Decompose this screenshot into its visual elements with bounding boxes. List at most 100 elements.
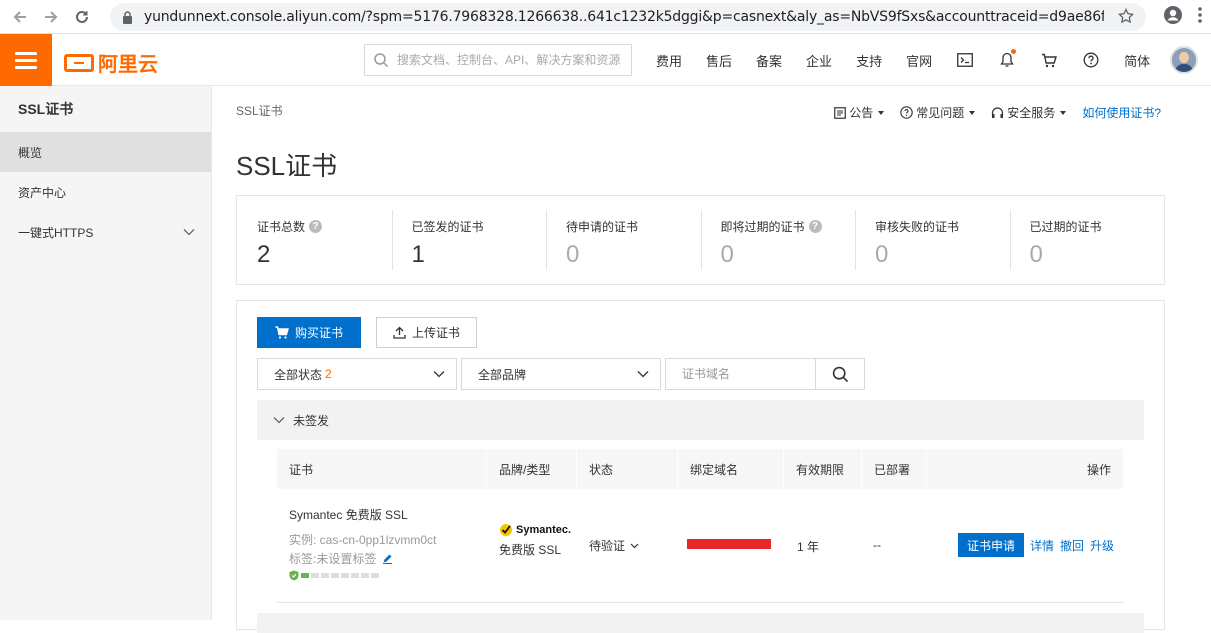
caret-down-icon (969, 110, 976, 115)
symantec-check-icon (500, 524, 512, 536)
forward-icon[interactable] (40, 6, 62, 28)
domain-search-button[interactable] (815, 358, 865, 390)
col-status: 状态 (577, 449, 678, 489)
help-icon[interactable]: ? (808, 220, 822, 233)
progress-segment (331, 573, 339, 578)
reload-icon[interactable] (71, 6, 93, 28)
lock-icon[interactable] (120, 10, 134, 24)
global-search[interactable] (364, 44, 632, 76)
global-search-input[interactable] (397, 53, 627, 67)
row-actions: 证书申请 详情 撤回 升级 (958, 533, 1114, 557)
url-text[interactable]: yundunnext.console.aliyun.com/?spm=5176.… (144, 9, 1104, 25)
stat-expired[interactable]: 已过期的证书 0 (1009, 196, 1165, 284)
status-filter-select[interactable]: 全部状态 2 (257, 358, 457, 390)
detail-link[interactable]: 详情 (1030, 537, 1054, 554)
search-icon (832, 366, 848, 382)
announcement-label: 公告 (849, 106, 874, 120)
profile-icon[interactable] (1163, 5, 1183, 30)
help-icon[interactable] (1070, 34, 1112, 86)
sidebar: SSL证书 概览 资产中心 一键式HTTPS (0, 86, 212, 620)
nav-support[interactable]: 支持 (844, 34, 894, 86)
nav-icp[interactable]: 备案 (744, 34, 794, 86)
terminal-icon[interactable] (944, 34, 986, 86)
stat-value: 0 (1029, 241, 1043, 268)
help-icon[interactable]: ? (309, 220, 323, 233)
cert-tag: 标签:未设置标签 (289, 550, 393, 567)
brand-name: Symantec. (516, 524, 572, 536)
chevron-down-icon[interactable] (183, 225, 195, 239)
upload-certificate-label: 上传证书 (411, 326, 460, 340)
announcement-dropdown[interactable]: 公告 (834, 104, 885, 121)
sidebar-item-label: 概览 (18, 145, 43, 160)
col-certificate: 证书 (277, 449, 487, 489)
aliyun-logo-mark-icon (64, 53, 94, 72)
brand-filter-select[interactable]: 全部品牌 (461, 358, 661, 390)
revoke-link[interactable]: 撤回 (1060, 537, 1084, 554)
stat-label: 证书总数 (257, 220, 306, 234)
upgrade-link[interactable]: 升级 (1090, 537, 1114, 554)
edit-pencil-icon[interactable] (382, 553, 393, 564)
cert-name: Symantec 免费版 SSL (289, 508, 408, 522)
nav-aftersales[interactable]: 售后 (694, 34, 744, 86)
stat-expiring[interactable]: 即将过期的证书? 0 (700, 196, 856, 284)
how-to-use-link[interactable]: 如何使用证书? (1082, 104, 1161, 121)
security-service-dropdown[interactable]: 安全服务 (991, 104, 1067, 121)
status-dropdown[interactable]: 待验证 (589, 537, 639, 554)
stat-pending[interactable]: 待申请的证书 0 (546, 196, 701, 284)
bookmark-star-icon[interactable] (1117, 7, 1135, 29)
language-switch[interactable]: 简体 (1112, 34, 1170, 86)
nav-enterprise[interactable]: 企业 (794, 34, 844, 86)
browser-chrome: yundunnext.console.aliyun.com/?spm=5176.… (0, 0, 1211, 34)
address-bar[interactable]: yundunnext.console.aliyun.com/?spm=5176.… (110, 3, 1146, 31)
faq-label: 常见问题 (916, 106, 965, 120)
sidebar-item-one-click-https[interactable]: 一键式HTTPS (0, 212, 211, 252)
chevron-down-icon (273, 417, 285, 424)
announcement-icon (834, 106, 847, 119)
unissued-group-header[interactable]: 未签发 (257, 400, 1144, 440)
brand-cell: Symantec. 免费版 SSL (499, 523, 571, 558)
certificate-panel: 购买证书 上传证书 全部状态2 全部品牌 未签发 证书 品牌/类型 状态 (236, 300, 1165, 633)
sidebar-item-overview[interactable]: 概览 (0, 132, 211, 172)
stat-label: 已过期的证书 (1029, 220, 1102, 234)
stat-value: 0 (720, 241, 734, 268)
domain-search-field[interactable] (665, 358, 822, 390)
apply-certificate-button[interactable]: 证书申请 (958, 533, 1025, 557)
buy-certificate-label: 购买证书 (294, 326, 343, 340)
next-group-header[interactable] (257, 613, 1144, 633)
stat-issued[interactable]: 已签发的证书 1 (391, 196, 547, 284)
chevron-down-icon (630, 543, 639, 548)
sidebar-item-asset-center[interactable]: 资产中心 (0, 172, 211, 212)
deployed-count: -- (873, 538, 881, 552)
stat-value: 2 (257, 241, 271, 268)
stat-value: 0 (875, 241, 889, 268)
cert-type: 免费版 SSL (499, 543, 562, 557)
hamburger-menu-icon[interactable] (0, 34, 52, 86)
col-brand-type: 品牌/类型 (487, 449, 577, 489)
progress-segment (361, 573, 369, 578)
validity-period: 1 年 (797, 540, 820, 554)
buy-certificate-button[interactable]: 购买证书 (257, 317, 361, 348)
stats-summary: 证书总数? 2 已签发的证书 1 待申请的证书 0 即将过期的证书? 0 审核失… (236, 195, 1165, 285)
stat-value: 0 (566, 241, 580, 268)
bell-icon[interactable] (986, 34, 1028, 86)
cert-validation-progress (289, 570, 379, 581)
cart-icon[interactable] (1028, 34, 1070, 86)
nav-fees[interactable]: 费用 (644, 34, 694, 86)
stat-total[interactable]: 证书总数? 2 (237, 196, 392, 284)
faq-dropdown[interactable]: 常见问题 (900, 104, 976, 121)
back-icon[interactable] (9, 6, 31, 28)
caret-down-icon (878, 110, 885, 115)
stat-failed[interactable]: 审核失败的证书 0 (855, 196, 1010, 284)
browser-menu-icon[interactable] (1197, 5, 1203, 30)
headset-icon (992, 106, 1004, 118)
stat-label: 已签发的证书 (411, 220, 484, 234)
avatar[interactable] (1170, 46, 1199, 74)
upload-certificate-button[interactable]: 上传证书 (376, 317, 477, 348)
aliyun-logo[interactable]: 阿里云 (64, 48, 158, 77)
breadcrumb[interactable]: SSL证书 (236, 102, 283, 119)
nav-official-site[interactable]: 官网 (894, 34, 944, 86)
security-service-label: 安全服务 (1007, 106, 1056, 120)
upload-icon (393, 326, 406, 339)
domain-search-input[interactable] (682, 359, 822, 389)
cert-instance-id: 实例: cas-cn-0pp1lzvmm0ct (289, 533, 437, 547)
